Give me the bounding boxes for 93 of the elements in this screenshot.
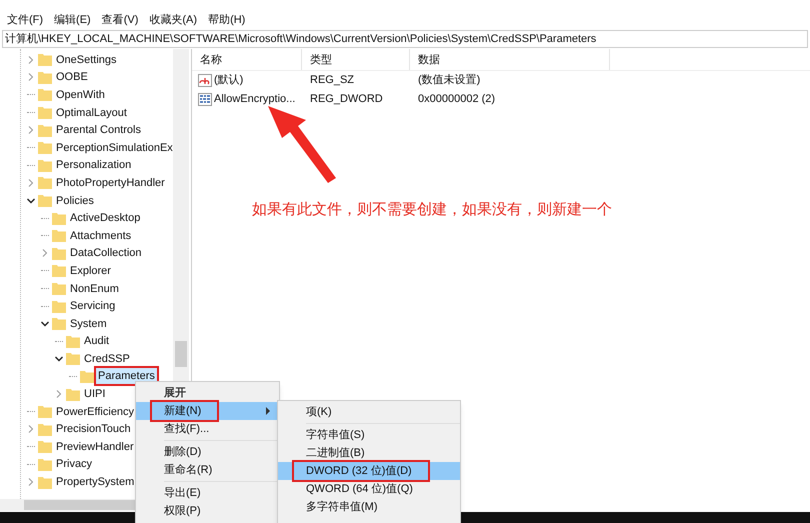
submenu-arrow-icon: [266, 407, 271, 415]
annotation-text: 如果有此文件，则不需要创建，如果没有，则新建一个: [252, 200, 612, 220]
expand-caret-icon[interactable]: [27, 73, 35, 82]
binary-value-icon: [198, 93, 212, 106]
tree-item[interactable]: Attachments: [68, 228, 134, 244]
menu-item[interactable]: 重命名(R): [136, 461, 279, 479]
menu-item[interactable]: 权限(P): [136, 502, 279, 520]
folder-icon: [66, 352, 80, 366]
tree-item[interactable]: OneSettings: [54, 52, 119, 68]
folder-icon: [38, 53, 52, 66]
menu-bar-item[interactable]: 收藏夹(A): [144, 12, 202, 28]
menu-item[interactable]: QWORD (64 位)值(Q): [278, 480, 460, 498]
expand-caret-icon[interactable]: [27, 425, 35, 434]
folder-icon: [38, 176, 52, 190]
value-type: REG_DWORD: [309, 92, 384, 108]
folder-icon: [52, 282, 66, 296]
folder-icon: [38, 106, 52, 120]
expand-caret-icon[interactable]: [55, 390, 63, 398]
folder-icon: [38, 458, 52, 471]
tree-item[interactable]: DataCollection: [68, 245, 144, 262]
menu-item[interactable]: 新建(N): [136, 402, 279, 420]
column-header[interactable]: 名称: [192, 49, 302, 70]
tree-item[interactable]: UIPI: [82, 386, 108, 402]
menu-item[interactable]: DWORD (32 位)值(D): [278, 462, 460, 480]
tree-item[interactable]: Audit: [82, 333, 112, 350]
tree-item[interactable]: ActiveDesktop: [68, 210, 142, 226]
menu-bar-item[interactable]: 帮助(H): [203, 12, 250, 28]
tree-item[interactable]: PhotoPropertyHandler: [54, 174, 167, 191]
folder-icon: [38, 440, 52, 454]
string-value-icon: [198, 74, 212, 87]
tree-item[interactable]: Servicing: [68, 298, 118, 314]
folder-icon: [80, 370, 94, 383]
value-data: 0x00000002 (2): [417, 92, 496, 108]
folder-icon: [52, 300, 66, 313]
menu-bar-item[interactable]: 文件(F): [2, 12, 48, 28]
folder-icon: [38, 141, 52, 154]
folder-icon: [66, 388, 80, 401]
expand-caret-icon[interactable]: [27, 126, 35, 134]
menu-item[interactable]: 导出(E): [136, 484, 279, 502]
address-bar[interactable]: 计算机\HKEY_LOCAL_MACHINE\SOFTWARE\Microsoft\Windows\CurrentVersion\Policies\System\CredSSP\Parameters: [2, 30, 808, 48]
menu-bar-item[interactable]: 编辑(E): [49, 12, 96, 28]
expand-caret-icon[interactable]: [27, 478, 35, 486]
folder-icon: [38, 405, 52, 418]
collapse-caret-icon[interactable]: [55, 354, 63, 363]
tree-item[interactable]: CredSSP: [82, 350, 132, 367]
folder-icon: [52, 229, 66, 242]
menu-item[interactable]: 二进制值(B): [278, 444, 460, 462]
tree-item[interactable]: Privacy: [54, 456, 94, 472]
value-name[interactable]: AllowEncryptio...: [214, 91, 296, 108]
menu-item[interactable]: 查找(F)...: [136, 420, 279, 438]
menu-item[interactable]: 多字符串值(M): [278, 498, 460, 516]
folder-icon: [52, 317, 66, 330]
tree-item[interactable]: Parameters: [96, 368, 157, 384]
tree-item[interactable]: Personalization: [54, 157, 134, 174]
folder-icon: [38, 88, 52, 102]
folder-icon: [38, 476, 52, 489]
tree-item[interactable]: PropertySystem: [54, 474, 136, 490]
tree-item[interactable]: OpenWith: [54, 86, 107, 103]
tree-item[interactable]: Policies: [54, 192, 96, 209]
folder-icon: [52, 246, 66, 260]
folder-icon: [38, 194, 52, 208]
tree-item[interactable]: Explorer: [68, 262, 113, 279]
folder-icon: [38, 422, 52, 436]
tree-item[interactable]: PrecisionTouch: [54, 421, 133, 438]
expand-caret-icon[interactable]: [27, 56, 35, 64]
column-header[interactable]: 类型: [302, 49, 410, 70]
expand-caret-icon[interactable]: [41, 249, 49, 258]
folder-icon: [38, 70, 52, 84]
tree-item[interactable]: PowerEfficiency: [54, 404, 136, 420]
column-header[interactable]: 数据: [410, 49, 610, 70]
menu-item[interactable]: 字符串值(S): [278, 426, 460, 444]
folder-icon: [52, 212, 66, 225]
tree-item[interactable]: NonEnum: [68, 280, 121, 297]
folder-icon: [66, 334, 80, 348]
tree-item[interactable]: PreviewHandler: [54, 438, 136, 455]
menu-bar-item[interactable]: 查看(V): [96, 12, 144, 28]
tree-item[interactable]: Parental Controls: [54, 122, 143, 138]
folder-icon: [38, 158, 52, 172]
value-data: (数值未设置): [417, 73, 482, 88]
menu-item[interactable]: 项(K): [278, 403, 460, 421]
tree-item[interactable]: PerceptionSimulationEx: [54, 140, 175, 156]
value-type: REG_SZ: [309, 73, 356, 88]
collapse-caret-icon[interactable]: [27, 196, 35, 205]
value-name[interactable]: (默认): [214, 72, 244, 89]
expand-caret-icon[interactable]: [27, 178, 35, 187]
tree-item[interactable]: System: [68, 316, 109, 332]
tree-item[interactable]: OOBE: [54, 69, 90, 86]
menu-item[interactable]: 删除(D): [136, 443, 279, 461]
folder-icon: [38, 124, 52, 137]
menu-item[interactable]: 展开: [136, 384, 279, 402]
folder-icon: [52, 264, 66, 278]
tree-item[interactable]: OptimalLayout: [54, 104, 129, 121]
collapse-caret-icon[interactable]: [41, 320, 49, 328]
